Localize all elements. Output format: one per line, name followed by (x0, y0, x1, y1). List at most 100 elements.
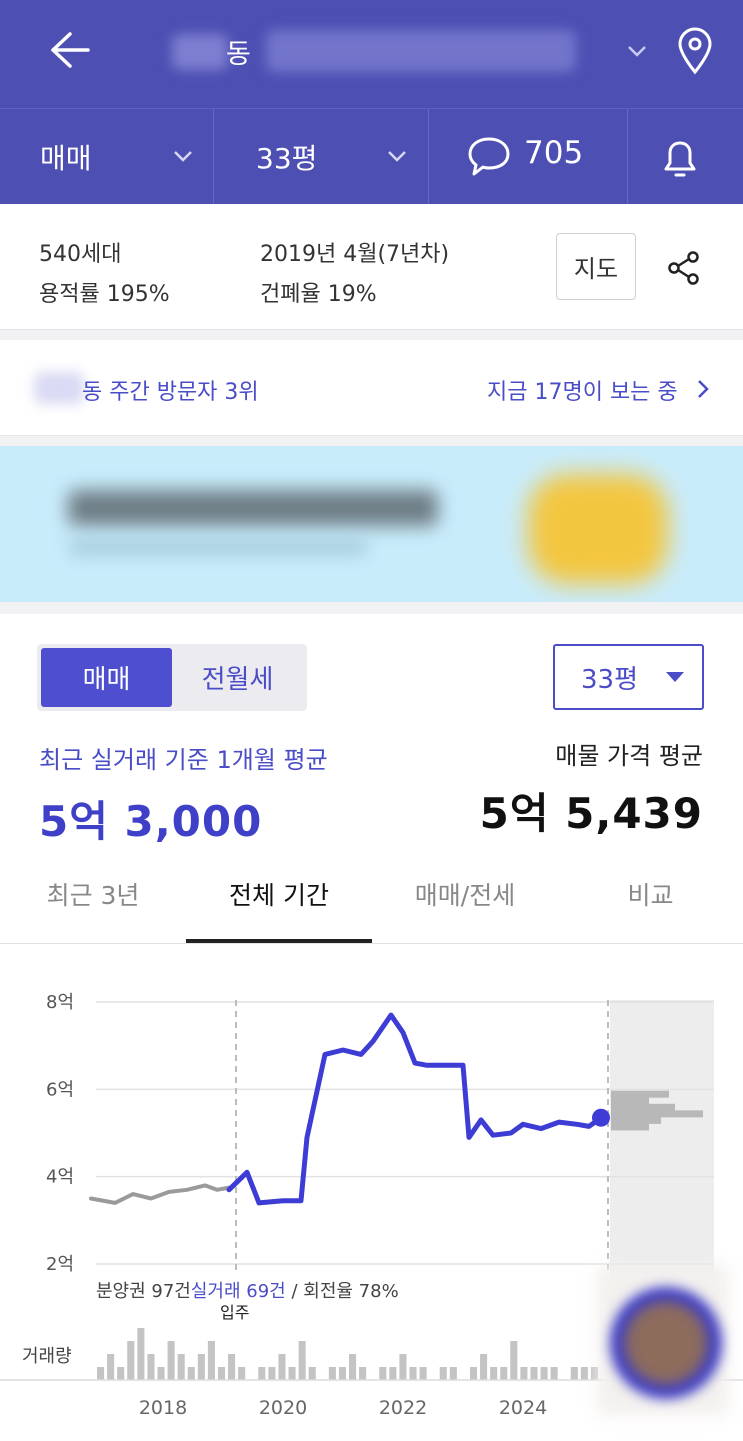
volume-bar (520, 1367, 528, 1380)
now-viewing-link[interactable]: 지금 17명이 보는 중 (487, 374, 678, 406)
chevron-down-icon[interactable] (386, 149, 408, 163)
caret-down-icon (666, 672, 684, 682)
volume-bar (197, 1354, 205, 1380)
volume-label: 거래량 (22, 1346, 72, 1367)
volume-bar (97, 1367, 105, 1380)
volume-bar (510, 1341, 518, 1380)
listing-distribution-bar (611, 1097, 649, 1105)
comment-count[interactable]: 705 (524, 135, 583, 171)
area-select[interactable]: 33평 (256, 137, 317, 177)
y-tick-label: 6억 (46, 1079, 74, 1100)
volume-bar (409, 1367, 417, 1380)
listing-price-label: 매물 가격 평균 (555, 742, 703, 770)
blurred-region (34, 372, 84, 404)
volume-bar (157, 1367, 165, 1380)
volume-bar (580, 1367, 588, 1380)
deal-toggle: 매매 전월세 (37, 644, 307, 711)
volume-bar (419, 1367, 427, 1380)
y-tick-label: 4억 (46, 1167, 74, 1188)
visitor-rank: 동 주간 방문자 3위 (82, 380, 259, 405)
filter-bar: 매매 33평 705 (0, 108, 743, 205)
y-tick-label: 2억 (46, 1254, 74, 1275)
listing-distribution-bar (611, 1110, 703, 1118)
toggle-rent[interactable]: 전월세 (172, 648, 303, 707)
divider (627, 109, 628, 205)
tab-sale-jeonse[interactable]: 매매/전세 (372, 876, 558, 912)
volume-bar (258, 1367, 266, 1380)
blurred-banner-subtext (68, 538, 368, 556)
ad-banner[interactable] (0, 446, 743, 602)
listing-distribution-bar (611, 1103, 675, 1111)
volume-bar (228, 1354, 236, 1380)
listing-distribution-bar (611, 1123, 649, 1131)
back-arrow-icon[interactable] (48, 30, 92, 70)
listing-price-value: 5억 5,439 (479, 789, 703, 838)
size-select[interactable]: 33평 (553, 644, 704, 710)
building-coverage: 건폐율 19% (260, 282, 377, 307)
volume-bar (107, 1354, 115, 1380)
x-tick-label: 2022 (379, 1397, 427, 1419)
divider (213, 109, 214, 205)
page-title: 동 (226, 39, 251, 70)
listing-distribution-bar (611, 1090, 669, 1098)
chevron-right-icon[interactable] (696, 378, 710, 400)
blurred-title (266, 30, 576, 72)
tab-compare[interactable]: 비교 (558, 876, 743, 912)
complex-info: 540세대 2019년 4월(7년차) 용적률 195% 건폐율 19% 지도 (0, 204, 743, 330)
location-pin-icon[interactable] (676, 26, 714, 76)
volume-bar (490, 1367, 498, 1380)
tab-all-period[interactable]: 전체 기간 (186, 876, 372, 912)
volume-bar (540, 1367, 548, 1380)
volume-bar (328, 1367, 336, 1380)
volume-bar (469, 1367, 478, 1380)
volume-bar (177, 1354, 185, 1380)
volume-bar (127, 1341, 135, 1380)
tab-recent-3y[interactable]: 최근 3년 (0, 876, 186, 912)
period-tabs: 최근 3년 전체 기간 매매/전세 비교 (0, 858, 743, 944)
volume-bar (298, 1341, 306, 1380)
volume-bar (500, 1367, 508, 1380)
section-gap (0, 330, 743, 340)
volume-bar (338, 1367, 346, 1380)
volume-bar (238, 1367, 246, 1380)
volume-bar (590, 1367, 598, 1380)
divider (428, 109, 429, 205)
households: 540세대 (39, 242, 122, 267)
volume-bar (137, 1328, 145, 1380)
volume-bar (399, 1354, 407, 1380)
real-price-line[interactable] (226, 1012, 604, 1206)
recent-price-value: 5억 3,000 (39, 797, 263, 846)
map-button[interactable]: 지도 (556, 233, 636, 300)
blurred-banner-text (68, 490, 438, 526)
avatar (624, 1301, 708, 1385)
volume-bar (288, 1367, 296, 1380)
comment-icon[interactable] (466, 135, 512, 179)
presale-count: 분양권 97건 (96, 1281, 191, 1302)
move-in-label: 입주 (220, 1303, 250, 1322)
volume-bar (147, 1354, 155, 1380)
volume-bar (389, 1367, 397, 1380)
volume-bar (480, 1354, 488, 1380)
presale-price-line[interactable] (89, 1183, 231, 1205)
volume-bar (570, 1367, 578, 1380)
toggle-sale[interactable]: 매매 (41, 648, 172, 707)
latest-price-point[interactable] (592, 1108, 610, 1127)
volume-bar (187, 1367, 195, 1380)
visitor-rank-row[interactable]: 동 주간 방문자 3위 지금 17명이 보는 중 (0, 340, 743, 436)
volume-bar (550, 1367, 558, 1380)
chevron-down-icon[interactable] (172, 149, 194, 163)
x-tick-label: 2024 (499, 1397, 547, 1419)
volume-bar (308, 1367, 316, 1380)
built-date: 2019년 4월(7년차) (260, 242, 450, 267)
volume-bar (349, 1354, 357, 1380)
share-icon[interactable] (666, 250, 702, 286)
volume-bar (217, 1367, 226, 1380)
chat-avatar-button[interactable] (598, 1265, 728, 1415)
volume-bar (359, 1367, 367, 1380)
volume-bar (117, 1367, 125, 1380)
recent-price-label: 최근 실거래 기준 1개월 평균 (39, 746, 328, 774)
top-app-bar: 동 (0, 0, 743, 108)
bell-icon[interactable] (660, 135, 700, 183)
deal-type-select[interactable]: 매매 (40, 137, 92, 177)
chevron-down-icon[interactable] (626, 44, 648, 58)
